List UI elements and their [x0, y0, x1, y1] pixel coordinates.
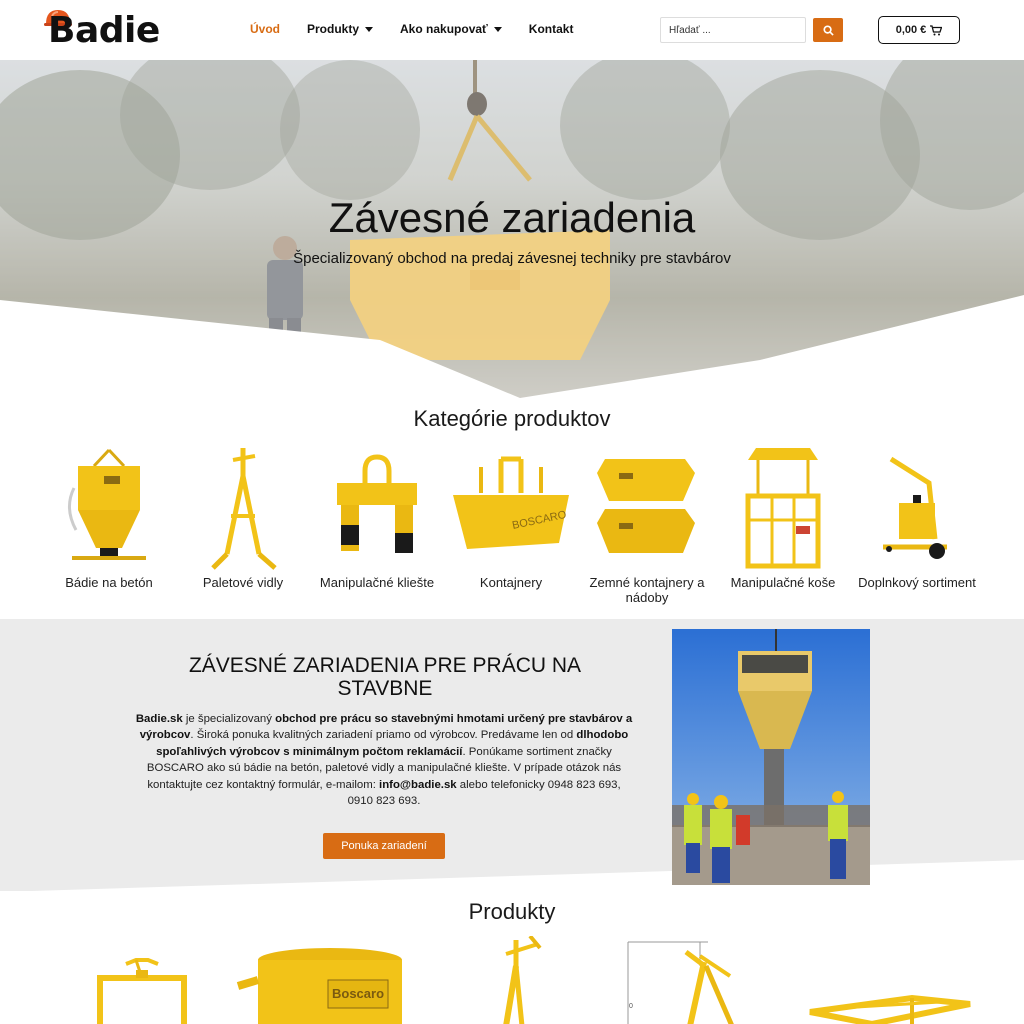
category-concrete-buckets[interactable]: Bádie na betón	[42, 444, 176, 590]
pallet-fork-diagram-image: 0	[627, 941, 734, 1024]
concrete-bucket-icon	[68, 448, 146, 560]
container-icon: BOSCARO	[453, 456, 569, 549]
hero-banner: Závesné zariadenia Špecializovaný obchod…	[0, 60, 1024, 400]
site-header: Badie Úvod Produkty Ako nakupovať Kontak…	[0, 0, 1024, 60]
cart-total: 0,00 €	[895, 24, 927, 36]
category-earth-containers[interactable]: Zemné kontajnery a nádoby	[580, 444, 714, 605]
concrete-bucket-image: Boscaro	[236, 948, 402, 1024]
category-clamps[interactable]: Manipulačné kliešte	[310, 444, 444, 590]
nav-item-products[interactable]: Produkty	[307, 22, 374, 36]
category-pallet-forks[interactable]: Paletové vidly	[176, 444, 310, 590]
accessory-icon	[883, 456, 947, 559]
product-card[interactable]	[800, 936, 980, 1024]
svg-text:Boscaro: Boscaro	[332, 986, 384, 1001]
products-title: Produkty	[468, 899, 556, 924]
construction-photo	[672, 629, 870, 885]
caret-down-icon	[493, 26, 502, 32]
offer-button[interactable]: Ponuka zariadení	[323, 833, 445, 859]
info-title: ZÁVESNÉ ZARIADENIA PRE PRÁCU NA STAVBNE	[188, 654, 582, 700]
lifting-frame-image	[97, 958, 187, 1024]
clamp-icon	[337, 454, 417, 553]
categories-title: Kategórie produktov	[413, 406, 611, 431]
search-button[interactable]	[813, 18, 843, 42]
cart-button[interactable]: 0,00 €	[878, 16, 960, 44]
nav-item-contact[interactable]: Kontakt	[529, 22, 574, 36]
info-bottom-shape	[0, 860, 1024, 900]
search-input[interactable]	[660, 17, 806, 43]
nav-label: Úvod	[250, 22, 280, 36]
earth-container-icon	[597, 459, 695, 553]
category-label: Manipulačné kliešte	[319, 575, 435, 590]
cart-icon	[930, 24, 943, 35]
info-text: Badie.sk je špecializovaný obchod pre pr…	[135, 713, 633, 808]
logo-text: Badie	[48, 10, 160, 51]
pallet-fork-icon	[211, 448, 277, 570]
category-label: Doplnkový sortiment	[858, 575, 976, 590]
nav-label: Kontakt	[528, 22, 574, 36]
nav-label: Produkty	[307, 22, 360, 36]
product-card[interactable]	[480, 936, 560, 1024]
product-card[interactable]: 0	[620, 936, 780, 1024]
product-card[interactable]: Boscaro	[232, 936, 412, 1024]
hero-subtitle: Špecializovaný obchod na predaj závesnej…	[293, 250, 731, 267]
category-label: Zemné kontajnery a nádoby	[589, 575, 705, 605]
category-label: Paletové vidly	[202, 575, 284, 590]
category-baskets[interactable]: Manipulačné koše	[716, 444, 850, 590]
nav-label: Ako nakupovať	[400, 22, 488, 36]
category-containers[interactable]: BOSCARO Kontajnery	[444, 444, 578, 590]
nav-item-home[interactable]: Úvod	[250, 22, 280, 36]
nav-item-how-to-buy[interactable]: Ako nakupovať	[400, 22, 502, 36]
category-accessories[interactable]: Doplnkový sortiment	[850, 444, 984, 590]
basket-icon	[745, 448, 821, 569]
category-label: Kontajnery	[479, 575, 543, 590]
caret-down-icon	[365, 26, 374, 32]
svg-text:0: 0	[629, 1003, 633, 1010]
platform-frame-image	[809, 994, 971, 1024]
product-card[interactable]	[92, 936, 192, 1024]
main-nav: Úvod Produkty Ako nakupovať Kontakt	[250, 22, 600, 36]
category-label: Bádie na betón	[65, 575, 153, 590]
hero-title: Závesné zariadenia	[328, 194, 696, 241]
pallet-fork-image	[503, 936, 542, 1024]
category-label: Manipulačné koše	[730, 575, 836, 590]
search-icon	[822, 24, 834, 36]
